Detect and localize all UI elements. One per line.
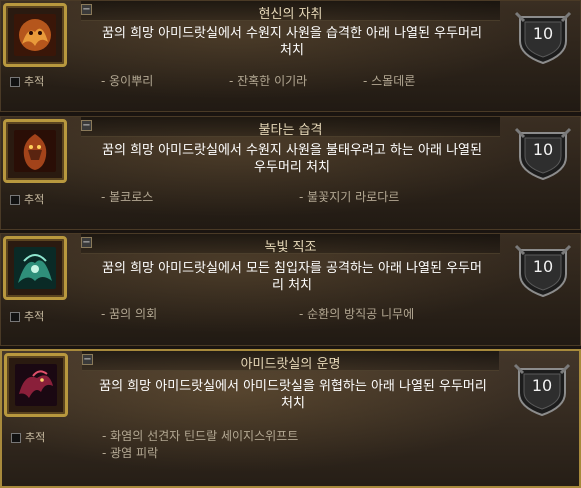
achievement-row[interactable]: 불타는 습격 − 추적 꿈의 희망 아미드랏실에서 수원지 사원을 불태우려고 … <box>0 116 581 230</box>
criteria-item: - 잔혹한 이기라 <box>229 74 308 88</box>
achievement-icon-frame <box>3 119 67 183</box>
achievement-row[interactable]: 현신의 자취 − 추적 꿈의 희망 아미드랏실에서 수원지 사원을 습격한 아래… <box>0 0 581 112</box>
points-shield: 10 <box>513 359 571 417</box>
achievement-description: 꿈의 희망 아미드랏실에서 아미드랏실을 위협하는 아래 나열된 우두머리 처치 <box>99 379 487 411</box>
criteria-item: - 볼코로스 <box>101 190 154 204</box>
title-bar: 아미드랏실의 운명 <box>82 351 499 372</box>
track-label: 추적 <box>25 431 46 444</box>
track-label: 추적 <box>24 75 45 88</box>
achievement-points: 10 <box>532 257 554 276</box>
title-bar: 녹빛 직조 <box>81 234 500 255</box>
criteria-item: - 옹이뿌리 <box>101 74 154 88</box>
track-checkbox[interactable]: 추적 <box>10 308 44 324</box>
track-checkbox[interactable]: 추적 <box>11 429 45 445</box>
title-bar: 불타는 습격 <box>81 117 500 138</box>
achievement-title: 녹빛 직조 <box>264 240 317 255</box>
achievement-row[interactable]: 아미드랏실의 운명 − 추적 꿈의 희망 아미드랏실에서 아미드랏실을 위협하는… <box>0 349 581 488</box>
criteria-item: - 광염 피락 <box>102 446 159 460</box>
checkbox-icon <box>10 77 20 87</box>
achievement-title: 아미드랏실의 운명 <box>240 357 341 372</box>
achievement-icon-frame <box>4 353 68 417</box>
track-label: 추적 <box>24 310 45 323</box>
achievement-description: 꿈의 희망 아미드랏실에서 수원지 사원을 불태우려고 하는 아래 나열된 우두… <box>102 143 482 175</box>
points-shield: 10 <box>514 7 572 65</box>
collapse-button[interactable]: − <box>81 120 92 131</box>
criteria-item: - 스몰데론 <box>363 74 416 88</box>
achievement-icon-frame <box>3 3 67 67</box>
achievement-description: 꿈의 희망 아미드랏실에서 수원지 사원을 습격한 아래 나열된 우두머리 처치 <box>102 26 482 58</box>
achievement-list: 현신의 자취 − 추적 꿈의 희망 아미드랏실에서 수원지 사원을 습격한 아래… <box>0 0 581 488</box>
collapse-button[interactable]: − <box>81 237 92 248</box>
criteria-item: - 꿈의 의회 <box>101 307 158 321</box>
achievement-points: 10 <box>531 376 553 395</box>
achievement-row[interactable]: 녹빛 직조 − 추적 꿈의 희망 아미드랏실에서 모든 침입자를 공격하는 아래… <box>0 233 581 346</box>
checkbox-icon <box>10 312 20 322</box>
achievement-icon-frame <box>3 236 67 300</box>
points-shield: 10 <box>514 123 572 181</box>
points-shield: 10 <box>514 240 572 298</box>
criteria-item: - 화염의 선견자 틴드랄 세이지스위프트 <box>102 429 299 443</box>
achievement-title: 불타는 습격 <box>258 123 323 138</box>
achievement-points: 10 <box>532 140 554 159</box>
checkbox-icon <box>11 433 21 443</box>
criteria-item: - 불꽃지기 라로다르 <box>299 190 400 204</box>
checkbox-icon <box>10 195 20 205</box>
track-checkbox[interactable]: 추적 <box>10 191 44 207</box>
achievement-points: 10 <box>532 24 554 43</box>
achievement-description: 꿈의 희망 아미드랏실에서 모든 침입자를 공격하는 아래 나열된 우두머리 처… <box>102 261 482 293</box>
fire-warrior-icon <box>14 130 56 172</box>
criteria-item: - 순환의 방직공 니무에 <box>299 307 415 321</box>
title-bar: 현신의 자취 <box>81 1 500 22</box>
collapse-button[interactable]: − <box>81 4 92 15</box>
track-label: 추적 <box>24 193 45 206</box>
track-checkbox[interactable]: 추적 <box>10 73 44 89</box>
collapse-button[interactable]: − <box>82 354 93 365</box>
flame-beast-icon <box>14 14 56 56</box>
dream-weaver-icon <box>14 247 56 289</box>
achievement-title: 현신의 자취 <box>258 7 323 22</box>
dragon-icon <box>15 364 57 406</box>
